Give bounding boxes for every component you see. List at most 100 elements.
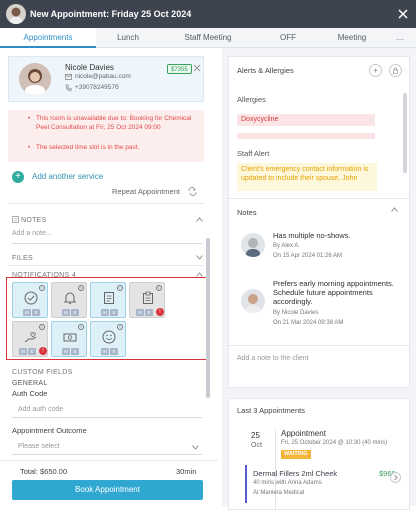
- note-author: By Alex A.: [273, 243, 301, 249]
- client-phone[interactable]: +3907824957б: [75, 84, 119, 91]
- chevron-up-icon[interactable]: [391, 207, 398, 212]
- phone-icon: [65, 84, 72, 91]
- smile-icon: [102, 330, 116, 344]
- notification-tile[interactable]: i M E: [51, 282, 87, 318]
- client-email[interactable]: nicole@pabau.com: [75, 73, 131, 80]
- client-card[interactable]: Nicole Davies nicole@pabau.com +39078249…: [8, 56, 204, 102]
- close-icon[interactable]: [396, 7, 410, 21]
- appointment-outcome-select[interactable]: Please select: [12, 439, 202, 455]
- sms-chip[interactable]: M: [19, 348, 27, 355]
- last-appointments-card: Last 3 Appointments 25 Oct Appointment F…: [228, 398, 410, 510]
- service-color-bar: [245, 465, 247, 503]
- info-icon[interactable]: i: [39, 324, 45, 330]
- client-name: Nicole Davies: [65, 63, 114, 72]
- note-date: On 21 Mar 2024 09:38 AM: [273, 320, 344, 326]
- book-appointment-button[interactable]: Book Appointment: [12, 480, 203, 500]
- error-badge: !: [156, 308, 164, 316]
- tab-appointments[interactable]: Appointments: [0, 28, 96, 48]
- divider: [8, 265, 204, 266]
- clipboard-icon: [141, 291, 155, 305]
- add-service-icon[interactable]: +: [12, 171, 24, 183]
- info-icon[interactable]: i: [78, 285, 84, 291]
- info-icon[interactable]: i: [39, 285, 45, 291]
- appointment-title[interactable]: Appointment: [281, 429, 326, 438]
- tab-staff-meeting[interactable]: Staff Meeting: [160, 28, 256, 48]
- alerts-title: Alerts & Allergies: [237, 66, 294, 75]
- balance-badge: $7355: [167, 64, 192, 74]
- note-input[interactable]: Add a note...: [12, 230, 202, 244]
- tab-lunch[interactable]: Lunch: [96, 28, 160, 48]
- hand-heart-icon: [24, 330, 38, 344]
- sms-chip[interactable]: M: [101, 309, 109, 316]
- sms-chip[interactable]: M: [62, 348, 70, 355]
- lock-icon[interactable]: [389, 64, 402, 77]
- alerts-card: Alerts & Allergies Allergies Doxycycline…: [228, 56, 410, 200]
- notification-tile[interactable]: i M E: [51, 321, 87, 357]
- custom-fields-label: CUSTOM FIELDS: [12, 369, 73, 376]
- email-chip[interactable]: E: [145, 309, 153, 316]
- add-note-input[interactable]: Add a note to the client: [237, 355, 309, 362]
- files-label: FILES: [12, 255, 33, 262]
- error-badge: !: [39, 347, 47, 355]
- email-icon: [65, 74, 72, 80]
- allergy-item: Doxycycline: [237, 114, 375, 126]
- client-photo: [19, 63, 51, 95]
- left-scrollbar[interactable]: [206, 238, 210, 398]
- notes-card: Notes Has multiple no-shows. By Alex A. …: [228, 198, 410, 388]
- auth-code-input[interactable]: Add auth code: [12, 402, 202, 418]
- notification-tile[interactable]: i M E: [12, 282, 48, 318]
- author-avatar: [241, 289, 265, 313]
- notes-label: NOTES: [21, 217, 47, 224]
- info-icon[interactable]: i: [117, 285, 123, 291]
- sms-chip[interactable]: M: [101, 348, 109, 355]
- tab-meeting[interactable]: Meeting: [320, 28, 384, 48]
- next-appointment-icon[interactable]: [390, 472, 401, 483]
- bell-icon: [63, 291, 77, 305]
- email-chip[interactable]: E: [32, 309, 40, 316]
- repeat-appointment-button[interactable]: Repeat Appointment: [112, 187, 180, 196]
- notification-tile[interactable]: i M E: [90, 321, 126, 357]
- client-avatar: [6, 4, 26, 24]
- warning-room-unavailable: This room is unavailable due to: Booking…: [28, 114, 196, 132]
- chevron-down-icon[interactable]: [192, 445, 199, 450]
- alert-settings-icon[interactable]: [369, 64, 382, 77]
- appointment-when: Fri, 25 October 2024 @ 10:30 (40 mins): [281, 440, 388, 446]
- chevron-up-icon[interactable]: [196, 217, 203, 222]
- divider: [0, 460, 218, 461]
- notification-tile[interactable]: i M E !: [129, 282, 165, 318]
- tab-more[interactable]: ...: [388, 28, 412, 48]
- add-service-link[interactable]: Add another service: [32, 172, 103, 181]
- email-chip[interactable]: E: [71, 309, 79, 316]
- email-chip[interactable]: E: [110, 309, 118, 316]
- note-date: On 15 Apr 2024 01:26 AM: [273, 253, 343, 259]
- last-appointments-title: Last 3 Appointments: [237, 406, 305, 415]
- email-chip[interactable]: E: [28, 348, 36, 355]
- note-text: Prefers early morning appointments. Sche…: [273, 279, 394, 306]
- sms-chip[interactable]: M: [136, 309, 144, 316]
- remove-client-icon[interactable]: [193, 64, 201, 72]
- sms-chip[interactable]: M: [23, 309, 31, 316]
- alerts-scrollbar[interactable]: [403, 93, 407, 173]
- note-item: Has multiple no-shows. By Alex A. On 15 …: [241, 229, 401, 269]
- total-duration: 30min: [176, 467, 197, 476]
- email-chip[interactable]: E: [71, 348, 79, 355]
- general-label: GENERAL: [12, 380, 48, 387]
- divider: [229, 345, 409, 346]
- title-bar: New Appointment: Friday 25 Oct 2024: [0, 0, 416, 28]
- sms-chip[interactable]: M: [62, 309, 70, 316]
- info-icon[interactable]: i: [117, 324, 123, 330]
- notification-tile[interactable]: i M E !: [12, 321, 48, 357]
- chevron-down-icon[interactable]: [196, 255, 203, 260]
- info-icon[interactable]: i: [156, 285, 162, 291]
- divider: [8, 203, 204, 204]
- auth-code-label: Auth Code: [12, 389, 48, 398]
- repeat-icon[interactable]: [188, 187, 197, 196]
- tab-off[interactable]: OFF: [256, 28, 320, 48]
- notes-icon: [12, 216, 19, 223]
- check-circle-icon: [24, 291, 38, 305]
- notification-tile[interactable]: i M E: [90, 282, 126, 318]
- email-chip[interactable]: E: [110, 348, 118, 355]
- notifications-panel: i M E i M E i M E i M E ! i M E ! i M E: [6, 277, 209, 360]
- appointment-outcome-label: Appointment Outcome: [12, 426, 87, 435]
- info-icon[interactable]: i: [78, 324, 84, 330]
